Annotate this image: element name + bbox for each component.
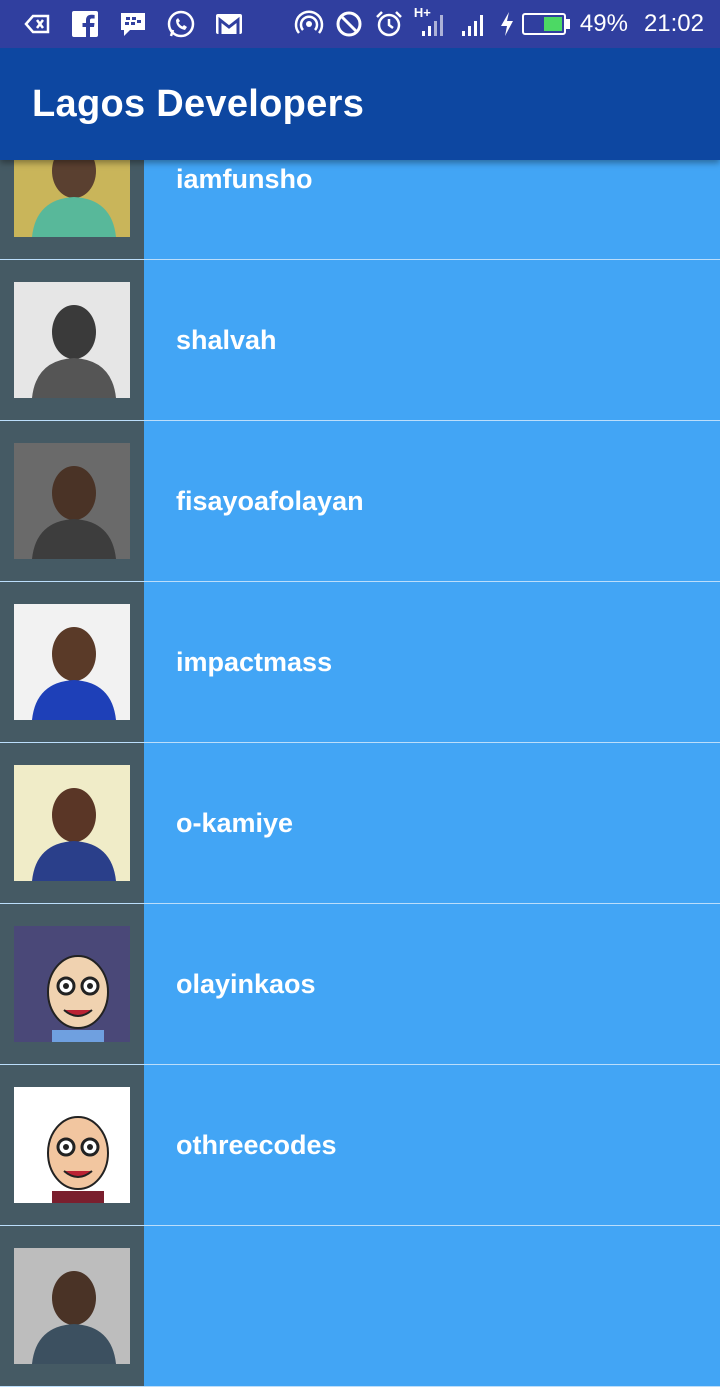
cartoon-avatar [14, 1087, 130, 1203]
name-column: olayinkaos [144, 904, 720, 1064]
signal-h-plus-icon: H+ [414, 5, 448, 39]
cartoon-avatar [14, 926, 130, 1042]
avatar-column [0, 260, 144, 420]
alarm-icon [374, 9, 404, 39]
list-item[interactable]: olayinkaos [0, 904, 720, 1065]
signal-icon [458, 9, 488, 39]
developer-username: iamfunsho [176, 163, 313, 194]
photo-avatar [14, 765, 130, 881]
gmail-icon [214, 9, 244, 39]
developer-username: o-kamiye [176, 807, 294, 838]
list-item[interactable]: o-kamiye [0, 743, 720, 904]
network-label: H+ [413, 5, 431, 20]
page-title: Lagos Developers [32, 82, 365, 125]
battery-percent: 49% [579, 10, 628, 37]
avatar-column [0, 582, 144, 742]
photo-avatar [14, 443, 130, 559]
name-column [144, 1226, 720, 1386]
photo-avatar [14, 282, 130, 398]
bbm-icon [118, 9, 148, 39]
photo-avatar [14, 1248, 130, 1364]
name-column: othreecodes [144, 1065, 720, 1225]
avatar-column [0, 743, 144, 903]
developer-username: olayinkaos [176, 968, 316, 999]
photo-avatar [14, 604, 130, 720]
avatar-column [0, 421, 144, 581]
avatar-column [0, 1226, 144, 1386]
whatsapp-icon [166, 9, 196, 39]
do-not-disturb-icon [334, 9, 364, 39]
name-column: fisayoafolayan [144, 421, 720, 581]
developer-username: othreecodes [176, 1129, 337, 1160]
name-column: impactmass [144, 582, 720, 742]
developer-username: shalvah [176, 324, 277, 355]
avatar-column [0, 904, 144, 1064]
avatar-column [0, 1065, 144, 1225]
battery-fill [544, 17, 562, 31]
name-column: o-kamiye [144, 743, 720, 903]
list-item[interactable]: impactmass [0, 582, 720, 743]
developer-username: fisayoafolayan [176, 485, 364, 516]
hotspot-icon [294, 9, 324, 39]
back-arrow-icon [22, 9, 52, 39]
app-bar: Lagos Developers [0, 48, 720, 160]
developer-list[interactable]: iamfunsho shalvah fisayoafolayan impactm… [0, 99, 720, 1387]
name-column: shalvah [144, 260, 720, 420]
clock: 21:02 [643, 10, 704, 37]
facebook-icon [70, 9, 100, 39]
list-item[interactable] [0, 1226, 720, 1387]
list-item[interactable]: fisayoafolayan [0, 421, 720, 582]
developer-username: impactmass [176, 646, 333, 677]
battery-icon [521, 13, 566, 35]
status-bar: H+ 49% 21:02 [0, 0, 720, 48]
list-item[interactable]: shalvah [0, 260, 720, 421]
battery-tip [565, 19, 570, 29]
list-item[interactable]: othreecodes [0, 1065, 720, 1226]
charging-icon [498, 9, 516, 39]
